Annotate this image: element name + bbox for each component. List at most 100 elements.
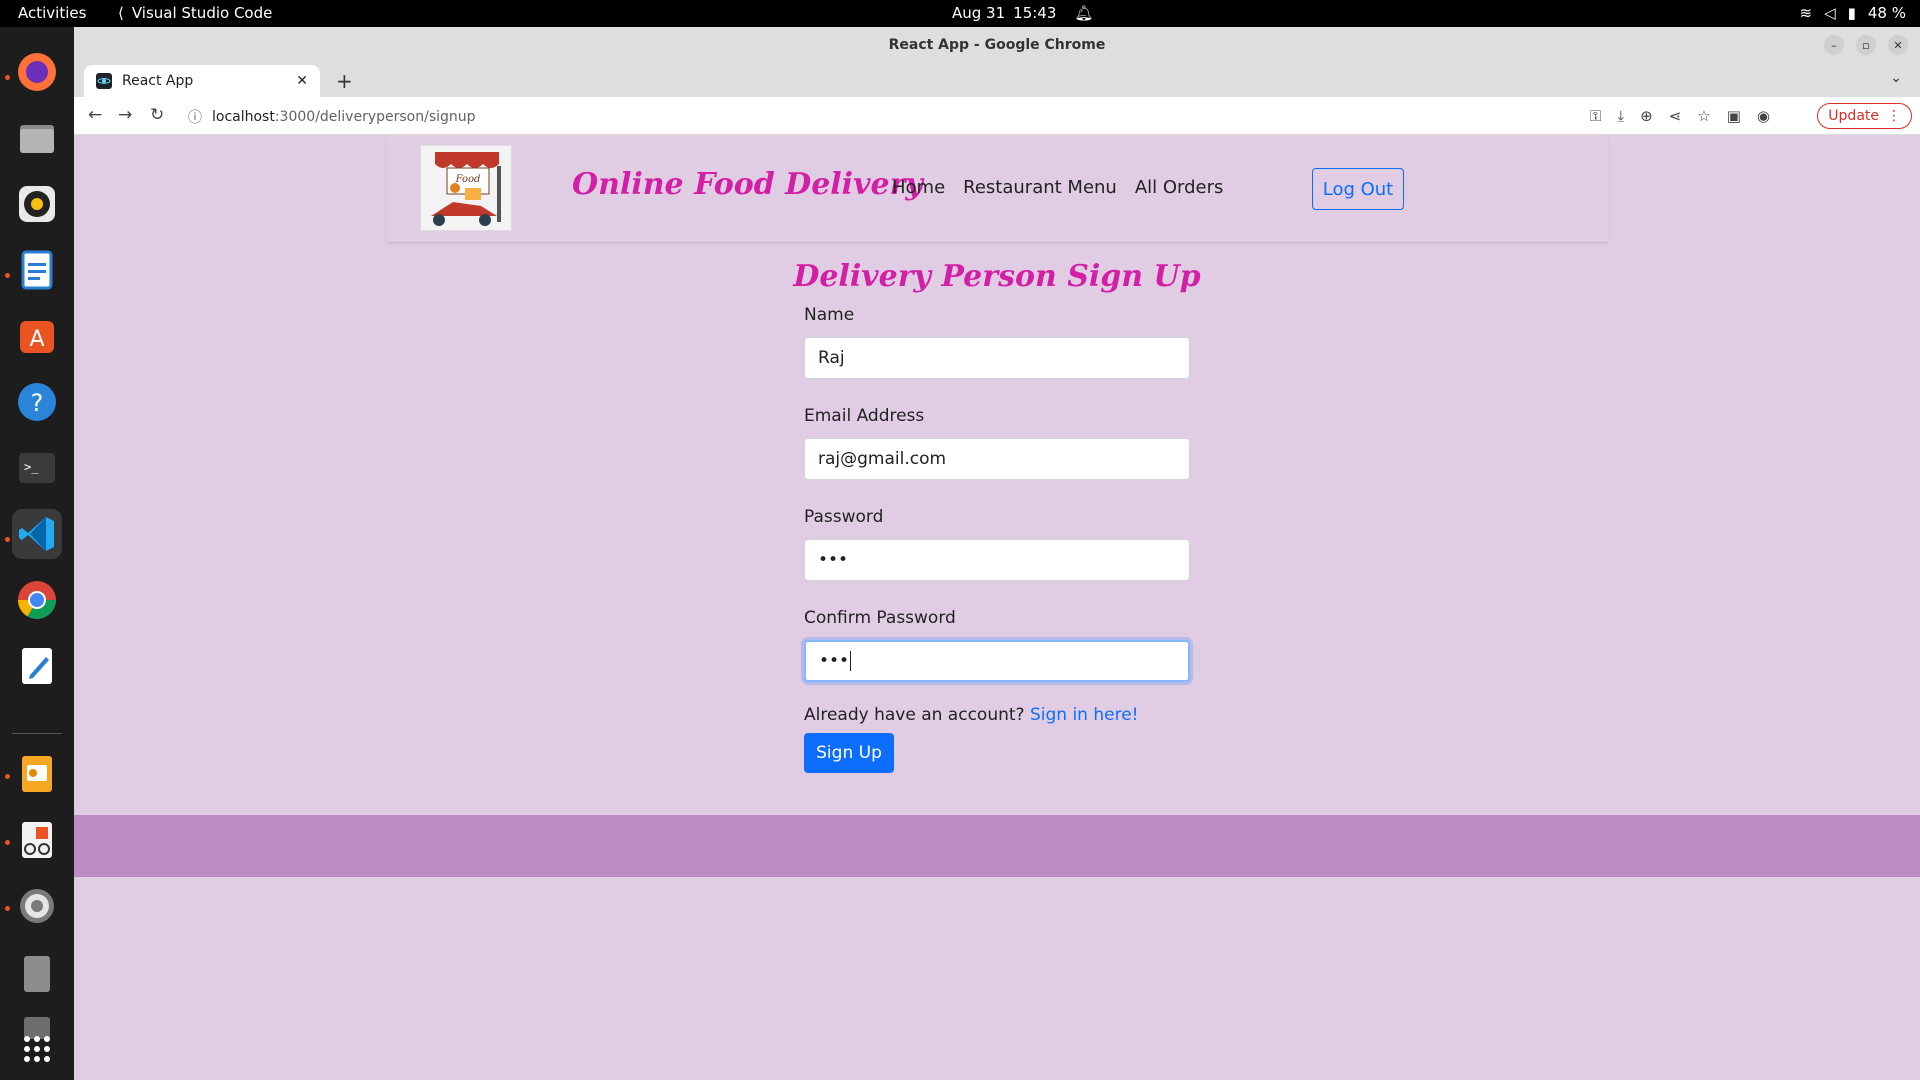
svg-text:>_: >_ — [24, 460, 39, 474]
signup-button[interactable]: Sign Up — [804, 733, 894, 773]
vscode-icon[interactable] — [12, 509, 62, 559]
software-center-icon[interactable]: A — [12, 311, 62, 361]
password-value: ••• — [818, 550, 849, 570]
settings-icon[interactable] — [12, 881, 62, 931]
close-window-button[interactable]: ✕ — [1888, 35, 1908, 55]
address-bar[interactable]: ⓘ localhost:3000/deliveryperson/signup — [188, 107, 476, 127]
svg-text:A: A — [29, 327, 44, 352]
activities-button[interactable]: Activities — [18, 4, 86, 22]
time-text: 15:43 — [1013, 4, 1057, 22]
running-indicator — [5, 840, 10, 845]
wifi-icon: ≋ — [1799, 4, 1813, 22]
system-tray[interactable]: ≋ ◁ ▮ 48 % — [1800, 4, 1907, 22]
back-button[interactable]: ← — [88, 105, 102, 125]
new-tab-button[interactable]: + — [336, 69, 353, 93]
running-indicator — [5, 537, 10, 542]
update-label: Update — [1828, 108, 1879, 124]
share-icon[interactable]: ⋖ — [1669, 107, 1682, 125]
tab-title: React App — [122, 73, 194, 89]
signin-prompt: Already have an account? — [804, 705, 1025, 725]
maximize-button[interactable]: ▫ — [1856, 35, 1876, 55]
window-titlebar[interactable]: React App - Google Chrome – ▫ ✕ — [74, 27, 1920, 63]
forward-button[interactable]: → — [118, 105, 132, 125]
react-favicon-icon — [96, 73, 112, 89]
impress-icon[interactable] — [12, 749, 62, 799]
name-value: Raj — [818, 348, 845, 368]
install-icon[interactable]: ⤓ — [1617, 107, 1624, 125]
name-field[interactable]: Raj — [804, 337, 1190, 379]
tab-search-chevron-icon[interactable]: ⌄ — [1890, 70, 1902, 86]
rhythmbox-icon[interactable] — [12, 179, 62, 229]
signin-link[interactable]: Sign in here! — [1030, 705, 1139, 725]
side-panel-icon[interactable]: ▣ — [1727, 107, 1741, 125]
drive-icon[interactable] — [12, 949, 62, 999]
signup-form: Name Raj Email Address raj@gmail.com Pas… — [804, 305, 1190, 773]
nav-link-all-orders[interactable]: All Orders — [1135, 177, 1224, 198]
logout-button[interactable]: Log Out — [1312, 168, 1404, 210]
running-indicator — [5, 273, 10, 278]
bell-icon: 🔔︎ — [1074, 4, 1094, 22]
files-icon[interactable] — [12, 113, 62, 163]
dock-separator — [12, 733, 62, 734]
active-app-indicator[interactable]: ⟨ Visual Studio Code — [118, 4, 272, 22]
site-brand[interactable]: Online Food Delivery — [572, 167, 923, 202]
clock[interactable]: Aug 31 15:43 🔔︎ — [952, 4, 1093, 22]
email-field[interactable]: raj@gmail.com — [804, 438, 1190, 480]
minimize-button[interactable]: – — [1824, 35, 1844, 55]
form-title: Delivery Person Sign Up — [793, 259, 1201, 294]
profile-avatar-icon[interactable]: ◉ — [1757, 107, 1770, 125]
browser-toolbar: ← → ↻ ⓘ localhost:3000/deliveryperson/si… — [74, 97, 1920, 135]
chrome-icon[interactable] — [12, 575, 62, 625]
tab-react-app[interactable]: React App ✕ — [84, 65, 320, 97]
os-top-bar: Activities ⟨ Visual Studio Code Aug 31 1… — [0, 0, 1920, 27]
site-footer — [74, 815, 1920, 877]
date-text: Aug 31 — [952, 4, 1006, 22]
active-app-label: Visual Studio Code — [131, 4, 273, 22]
update-button[interactable]: Update ⋮ — [1817, 103, 1912, 129]
help-icon[interactable]: ? — [12, 377, 62, 427]
terminal-icon[interactable]: >_ — [12, 443, 62, 493]
tab-close-icon[interactable]: ✕ — [296, 73, 308, 89]
web-page: Food Online Food Delivery Home Restauran… — [74, 135, 1920, 1080]
text-editor-icon[interactable] — [12, 641, 62, 691]
svg-text:Food: Food — [455, 174, 481, 185]
reload-button[interactable]: ↻ — [150, 105, 164, 125]
running-indicator — [5, 906, 10, 911]
text-caret — [850, 651, 852, 671]
nav-link-home[interactable]: Home — [892, 177, 945, 198]
url-path: :3000/deliveryperson/signup — [274, 109, 476, 125]
firefox-icon[interactable] — [12, 47, 62, 97]
bookmark-star-icon[interactable]: ☆ — [1697, 107, 1710, 125]
confirm-password-value: ••• — [819, 651, 850, 671]
signin-row: Already have an account? Sign in here! — [804, 705, 1190, 725]
tab-strip: React App ✕ + ⌄ — [74, 63, 1920, 97]
site-info-icon[interactable]: ⓘ — [188, 107, 202, 127]
toolbar-icons: ⚿ ⤓ ⊕ ⋖ ☆ ▣ ◉ — [1590, 107, 1770, 125]
dock: A ? >_ — [0, 27, 74, 1080]
password-label: Password — [804, 507, 884, 527]
running-indicator — [5, 774, 10, 779]
writer-icon[interactable] — [12, 245, 62, 295]
more-menu-icon[interactable]: ⋮ — [1887, 108, 1901, 124]
password-field[interactable]: ••• — [804, 539, 1190, 581]
confirm-password-label: Confirm Password — [804, 608, 956, 628]
battery-icon: ▮ — [1847, 4, 1856, 22]
food-delivery-logo[interactable]: Food — [420, 145, 512, 231]
battery-percent: 48 % — [1867, 4, 1906, 22]
svg-text:?: ? — [31, 389, 44, 417]
nav-link-restaurant-menu[interactable]: Restaurant Menu — [963, 177, 1117, 198]
key-icon[interactable]: ⚿ — [1590, 107, 1601, 125]
show-apps-icon[interactable] — [12, 1024, 62, 1074]
volume-icon: ◁ — [1824, 4, 1836, 22]
window-title: React App - Google Chrome — [888, 37, 1106, 53]
url-host: localhost — [212, 109, 275, 125]
running-indicator — [5, 75, 10, 80]
document-viewer-icon[interactable] — [12, 815, 62, 865]
email-label: Email Address — [804, 406, 925, 426]
nav-links: Home Restaurant Menu All Orders — [892, 177, 1223, 198]
zoom-icon[interactable]: ⊕ — [1640, 107, 1653, 125]
site-navbar: Food Online Food Delivery Home Restauran… — [386, 135, 1608, 243]
confirm-password-field[interactable]: ••• — [804, 640, 1190, 682]
name-label: Name — [804, 305, 855, 325]
email-value: raj@gmail.com — [818, 449, 947, 469]
